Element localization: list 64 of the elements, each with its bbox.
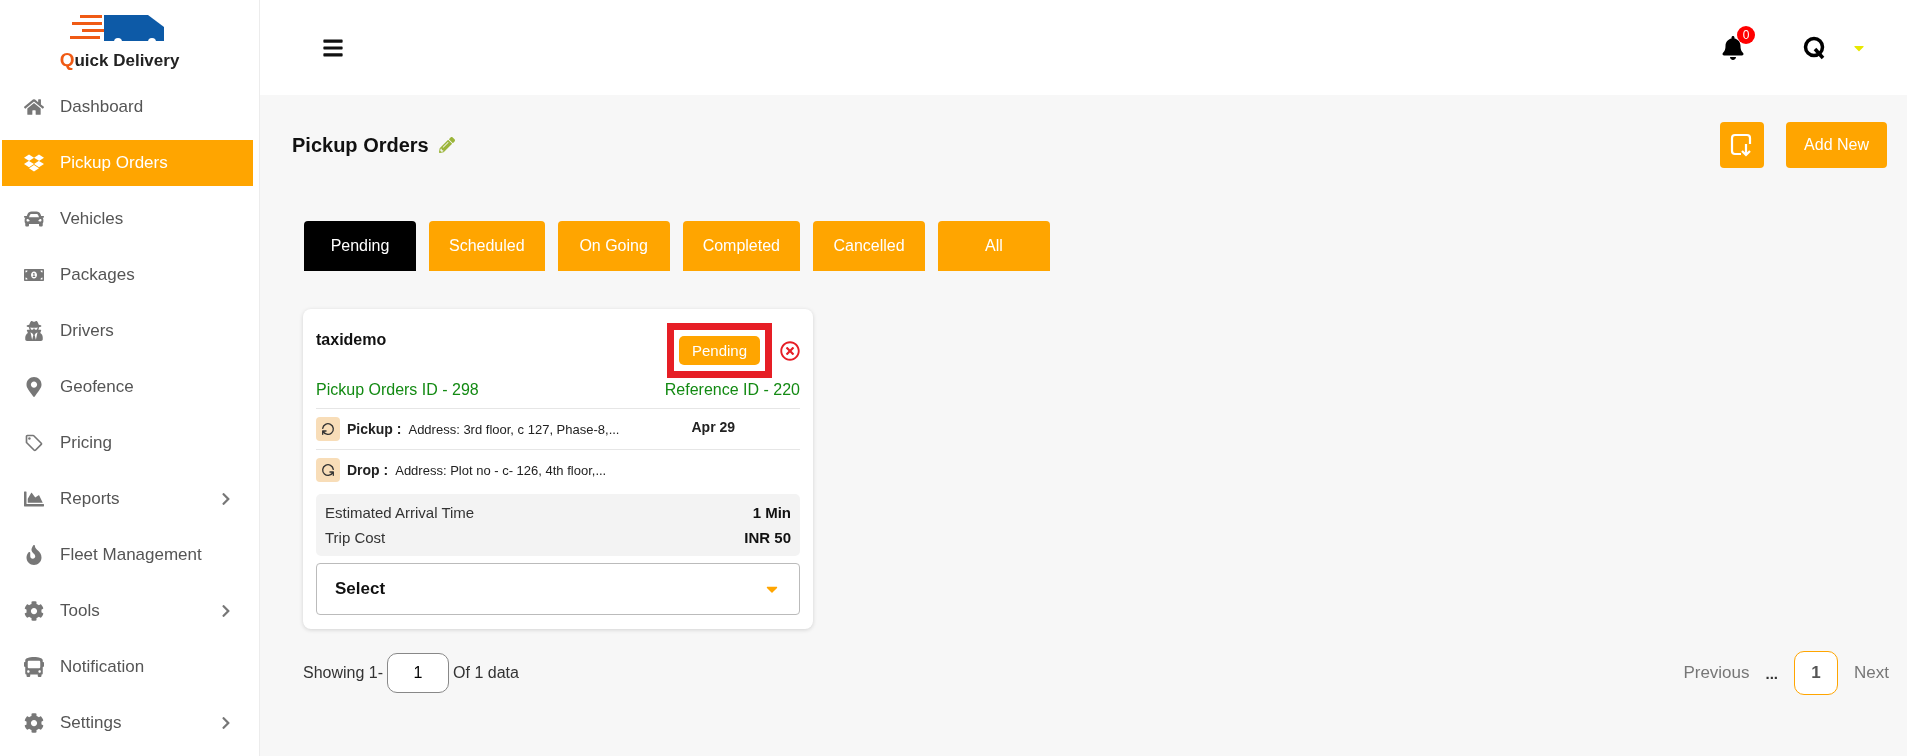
sidebar-item[interactable]: Pricing xyxy=(2,420,253,466)
ellipsis: ... xyxy=(1765,664,1779,682)
sidebar-item[interactable]: Settings xyxy=(2,700,253,746)
sidebar-item-label: Packages xyxy=(60,265,136,285)
status-tab[interactable]: Pending xyxy=(304,221,416,271)
gear-icon xyxy=(24,601,44,621)
reference-id: Reference ID - 220 xyxy=(664,381,800,399)
profile-logo-icon xyxy=(1803,35,1827,60)
sidebar-item[interactable]: Vehicles xyxy=(2,196,253,242)
sidebar-item[interactable]: Tools xyxy=(2,588,253,634)
previous-link[interactable]: Previous xyxy=(1683,663,1750,683)
page-title: Pickup Orders xyxy=(292,133,429,157)
sidebar-item-label: Reports xyxy=(60,489,121,509)
page-button[interactable]: 1 xyxy=(1794,651,1839,695)
sidebar-item-label: Pickup Orders xyxy=(60,153,169,173)
location-pin-icon xyxy=(24,377,44,397)
settings-icon xyxy=(24,713,44,733)
page-input[interactable]: 1 xyxy=(387,653,450,693)
pickup-icon xyxy=(316,417,340,441)
next-link[interactable]: Next xyxy=(1854,663,1889,683)
total-text: Of 1 data xyxy=(453,664,519,682)
notification-count: 0 xyxy=(1737,25,1755,44)
sidebar-item[interactable]: Reports xyxy=(2,476,253,522)
status-badge: Pending xyxy=(678,336,760,365)
detail-value: 1 Min xyxy=(752,504,791,521)
car-icon xyxy=(24,209,44,229)
sidebar-item-label: Dashboard xyxy=(60,97,145,117)
tag-icon xyxy=(24,433,44,453)
pickup-address: Address: 3rd floor, c 127, Phase-8,... xyxy=(408,421,621,437)
sidebar-item[interactable]: Fleet Management xyxy=(2,532,253,578)
showing-text: Showing 1- xyxy=(303,664,384,682)
pickup-date: Apr 29 xyxy=(691,418,736,435)
sidebar-item-label: Notification xyxy=(60,657,146,677)
sidebar-item-label: Settings xyxy=(60,713,123,733)
order-id: Pickup Orders ID - 298 xyxy=(316,381,479,399)
sidebar-item-label: Fleet Management xyxy=(60,545,203,565)
pickup-label: Pickup : xyxy=(347,421,402,437)
action-select[interactable]: Select xyxy=(316,563,800,615)
drop-label: Drop : xyxy=(347,462,389,478)
drop-icon xyxy=(316,458,340,482)
sidebar-item-label: Tools xyxy=(60,601,101,621)
customer-name: taxidemo xyxy=(316,330,387,349)
detail-label: Trip Cost xyxy=(325,529,386,546)
sidebar-item[interactable]: Drivers xyxy=(2,308,253,354)
sidebar-item-label: Pricing xyxy=(60,433,113,453)
detail-value: INR 50 xyxy=(744,529,791,546)
cancel-icon[interactable] xyxy=(780,340,800,361)
sidebar-item-label: Drivers xyxy=(60,321,115,341)
drop-address: Address: Plot no - c- 126, 4th floor,... xyxy=(395,462,608,478)
sidebar-item[interactable]: Packages xyxy=(2,252,253,298)
notification-bell-button[interactable] xyxy=(1721,35,1745,60)
sidebar-item[interactable]: Dashboard xyxy=(2,84,253,130)
sidebar-item-label: Vehicles xyxy=(60,209,125,229)
house-icon xyxy=(24,97,44,117)
person-icon xyxy=(24,321,44,341)
flame-icon xyxy=(24,545,44,565)
sidebar-item[interactable]: Notification xyxy=(2,644,253,690)
detail-label: Estimated Arrival Time xyxy=(325,504,475,521)
sidebar-item-label: Geofence xyxy=(60,377,135,397)
box-icon xyxy=(24,153,44,173)
sidebar-item[interactable]: Geofence xyxy=(2,364,253,410)
bus-icon xyxy=(24,657,44,677)
brand-name: Quick Delivery xyxy=(59,49,180,71)
area-chart-icon xyxy=(24,489,44,509)
